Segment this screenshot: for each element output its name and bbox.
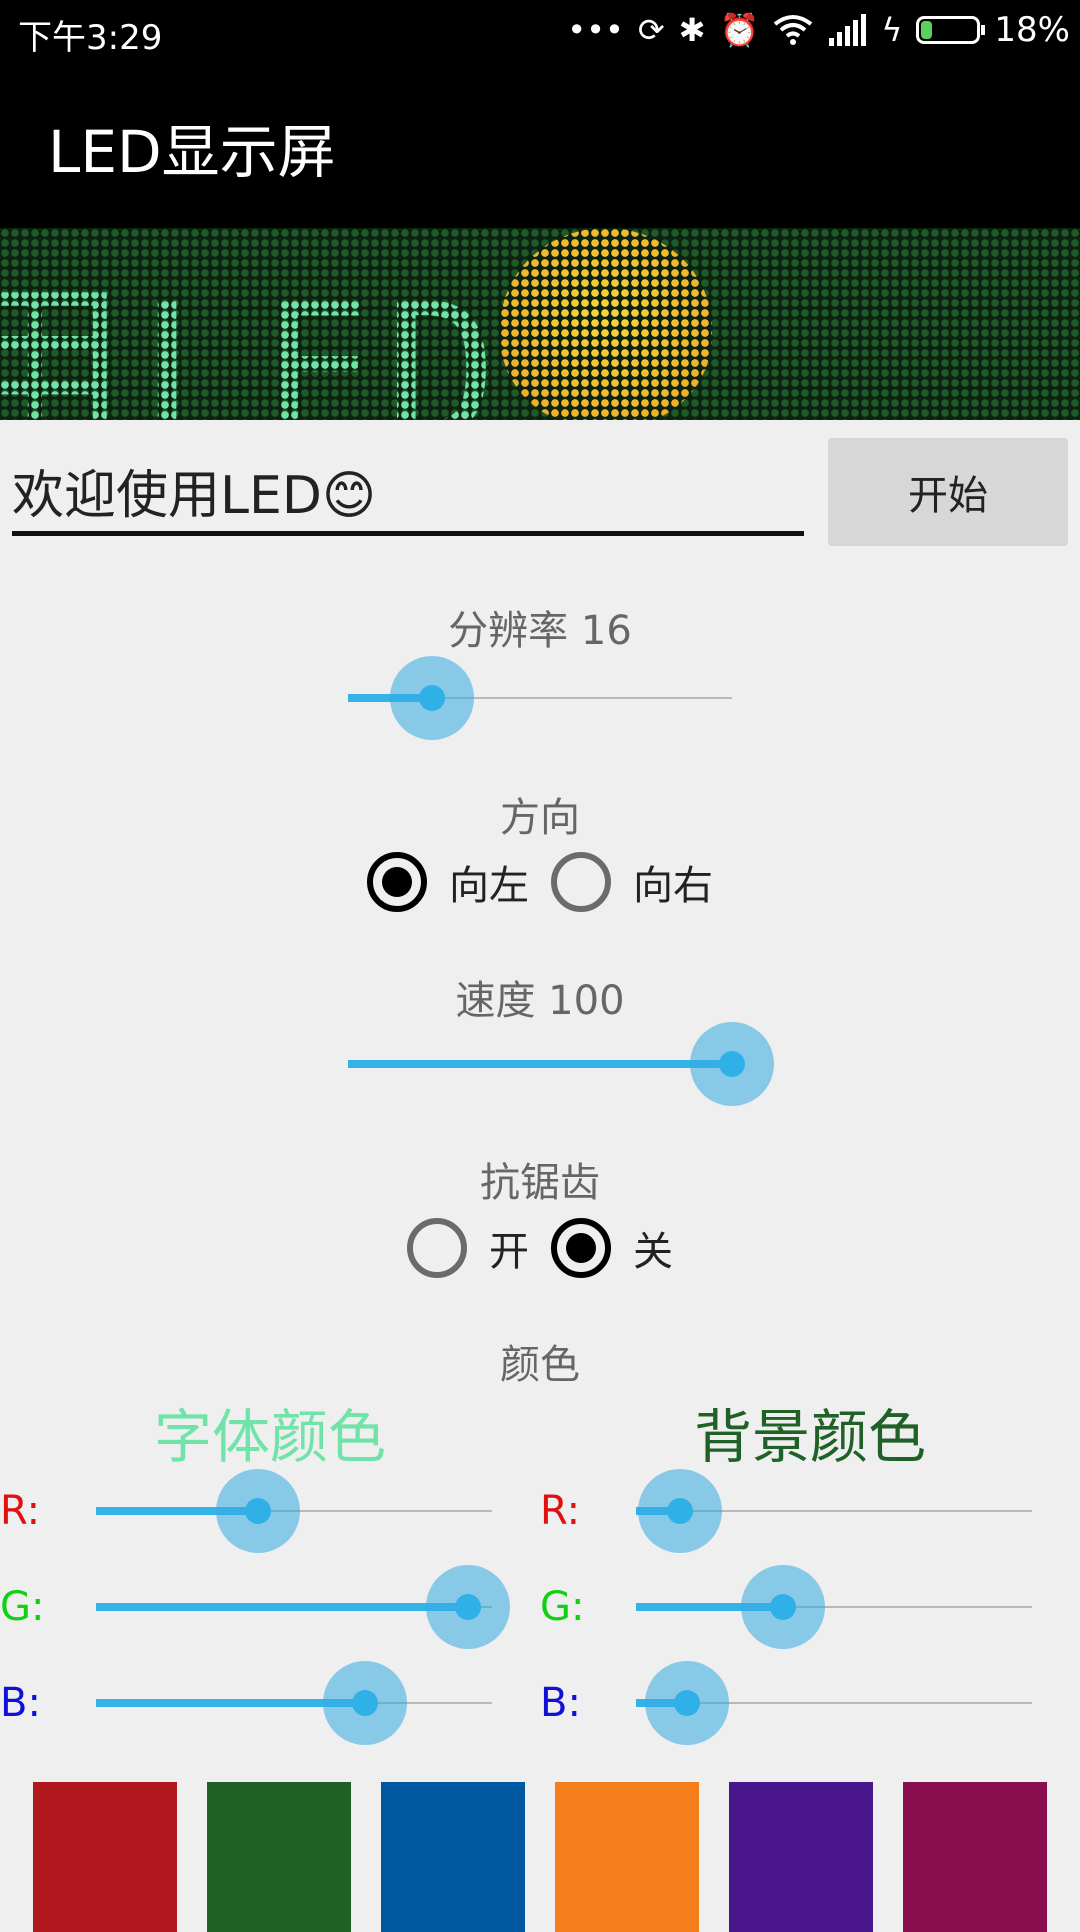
radio-circle[interactable] [367,852,427,912]
radio-on[interactable]: 开 [407,1218,529,1278]
swatch-magenta[interactable] [903,1782,1047,1932]
resolution-slider[interactable] [348,656,732,740]
radio-right[interactable]: 向右 [551,852,713,912]
radio-circle[interactable] [551,1218,611,1278]
led-smiley-icon [500,228,712,420]
color-label: 颜色 [500,1342,580,1388]
swatch-red[interactable] [33,1782,177,1932]
direction-radio-group: 向左 向右 [0,852,1080,912]
page-title: LED显示屏 [48,118,336,186]
battery-icon [916,16,986,44]
font-b-label: B: [0,1680,41,1726]
radio-label: 向左 [449,863,529,909]
charging-icon: ϟ [881,11,903,49]
bg-b-label: B: [540,1680,581,1726]
alarm-icon: ⏰ [719,11,760,49]
more-dots-icon: ••• [567,11,624,49]
radio-left[interactable]: 向左 [367,852,529,912]
app-bar: LED显示屏 [0,60,1080,228]
swatch-orange[interactable] [555,1782,699,1932]
radio-circle[interactable] [551,852,611,912]
message-input[interactable] [12,450,804,530]
slider-thumb[interactable] [769,1594,796,1620]
battery-percent: 18% [994,10,1070,50]
font-g-label: G: [0,1584,45,1630]
antialias-label: 抗锯齿 [480,1160,600,1206]
slider-thumb[interactable] [719,1051,745,1077]
font-b-slider[interactable] [96,1661,492,1745]
swatch-blue[interactable] [381,1782,525,1932]
message-field-wrap [12,450,804,536]
signal-icon [829,14,867,46]
sync-icon: ⟳ [637,11,665,49]
bg-r-slider[interactable] [636,1469,1032,1553]
radio-off[interactable]: 关 [551,1218,673,1278]
bg-r-label: R: [540,1488,581,1534]
swatch-purple[interactable] [729,1782,873,1932]
wifi-icon [774,15,813,45]
swatch-green[interactable] [207,1782,351,1932]
bg-g-slider[interactable] [636,1565,1032,1649]
font-r-label: R: [0,1488,41,1534]
bg-b-slider[interactable] [636,1661,1032,1745]
start-button[interactable]: 开始 [828,438,1068,546]
resolution-label: 分辨率 16 [448,608,632,654]
font-r-slider[interactable] [96,1469,492,1553]
speed-slider[interactable] [348,1022,774,1106]
status-icons: ••• ⟳ ✱ ⏰ ϟ 18% [567,8,1070,52]
radio-label: 关 [633,1229,673,1275]
bg-g-label: G: [540,1584,585,1630]
led-display: 用LED [0,228,1080,420]
bluetooth-icon: ✱ [678,11,706,49]
status-time: 下午3:29 [18,18,163,58]
radio-label: 向右 [633,863,713,909]
slider-thumb[interactable] [666,1498,693,1524]
bg-color-title: 背景颜色 [693,1403,926,1471]
font-g-slider[interactable] [96,1565,511,1649]
direction-label: 方向 [500,795,580,841]
radio-label: 开 [489,1229,529,1275]
status-bar: 下午3:29 ••• ⟳ ✱ ⏰ ϟ 18% [0,0,1080,60]
led-scroll-text: 用LED [0,263,508,420]
speed-label: 速度 100 [455,978,625,1024]
font-color-title: 字体颜色 [153,1403,386,1471]
antialias-radio-group: 开 关 [0,1218,1080,1278]
radio-circle[interactable] [407,1218,467,1278]
